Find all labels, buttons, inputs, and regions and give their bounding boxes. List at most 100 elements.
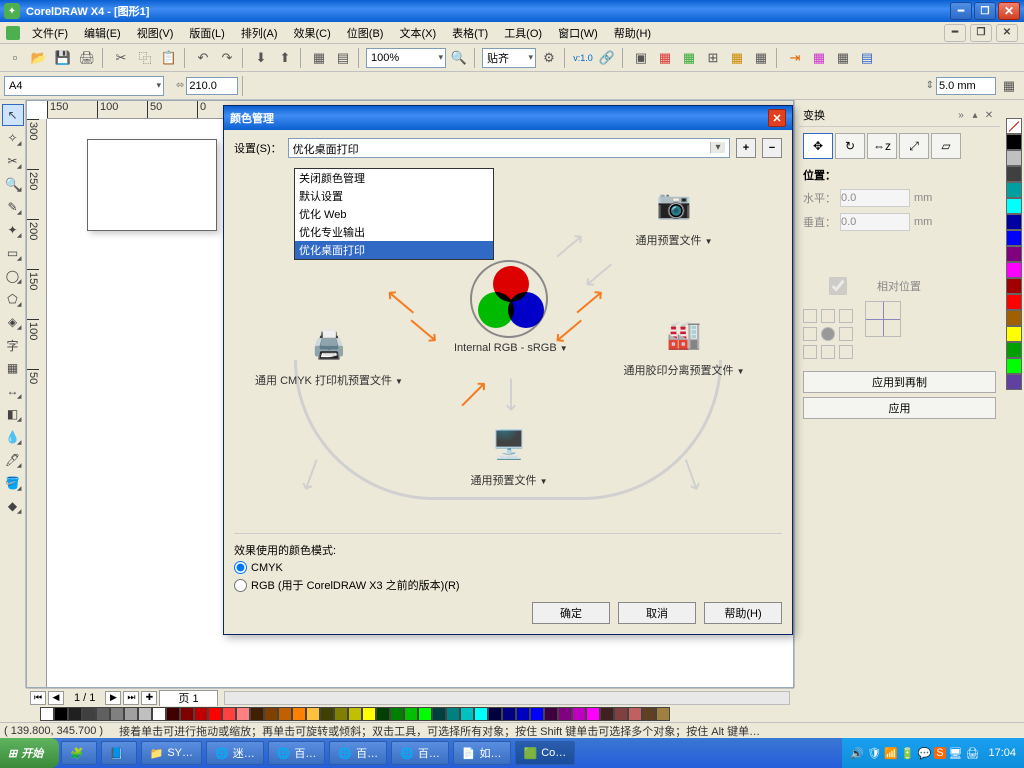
options-icon[interactable]: ⚙ [538, 47, 560, 69]
t7-icon[interactable]: ⇥ [784, 47, 806, 69]
color-swatch[interactable] [1006, 358, 1022, 374]
shape-tool[interactable]: ✧◢ [2, 127, 24, 149]
palette-swatch[interactable] [152, 707, 166, 721]
print-icon[interactable]: 🖨 [76, 47, 98, 69]
palette-swatch[interactable] [656, 707, 670, 721]
palette-none-swatch[interactable] [40, 707, 54, 721]
menu-table[interactable]: 表格(T) [444, 23, 496, 43]
rectangle-tool[interactable]: ▭◢ [2, 242, 24, 264]
menu-tools[interactable]: 工具(O) [496, 23, 550, 43]
palette-swatch[interactable] [474, 707, 488, 721]
palette-swatch[interactable] [614, 707, 628, 721]
dropdown-icon[interactable]: ▼ [395, 377, 403, 386]
zoom-combo[interactable]: 100% [366, 48, 446, 68]
palette-swatch[interactable] [572, 707, 586, 721]
outline-tool[interactable]: 🖊◢ [2, 449, 24, 471]
cut-icon[interactable]: ✂ [110, 47, 132, 69]
paste-icon[interactable]: 📋 [158, 47, 180, 69]
palette-swatch[interactable] [278, 707, 292, 721]
table-tool[interactable]: ▦ [2, 357, 24, 379]
t9-icon[interactable]: ▦ [832, 47, 854, 69]
palette-swatch[interactable] [110, 707, 124, 721]
palette-swatch[interactable] [418, 707, 432, 721]
palette-swatch[interactable] [348, 707, 362, 721]
tray-icon[interactable]: 🖥 [949, 747, 963, 760]
tray-icon[interactable]: 🔋 [901, 747, 915, 760]
start-button[interactable]: ⊞ 开始 [0, 738, 59, 768]
palette-swatch[interactable] [530, 707, 544, 721]
t8-icon[interactable]: ▦ [808, 47, 830, 69]
color-swatch[interactable] [1006, 182, 1022, 198]
radio-cmyk-row[interactable]: CMYK [234, 561, 782, 574]
dialog-close-button[interactable]: ✕ [768, 109, 786, 127]
color-swatch[interactable] [1006, 278, 1022, 294]
v-input[interactable] [840, 213, 910, 231]
palette-swatch[interactable] [250, 707, 264, 721]
tray-icon[interactable]: 🖨 [966, 747, 980, 760]
color-swatch[interactable] [1006, 310, 1022, 326]
menu-arrange[interactable]: 排列(A) [233, 23, 286, 43]
dropdown-icon[interactable]: ▼ [705, 237, 713, 246]
tray-icon[interactable]: 💬 [917, 747, 931, 760]
palette-swatch[interactable] [54, 707, 68, 721]
last-page-button[interactable]: ⏭ [123, 691, 139, 705]
docker-expand-icon[interactable]: » [954, 110, 968, 121]
palette-swatch[interactable] [194, 707, 208, 721]
crop-tool[interactable]: ✂◢ [2, 150, 24, 172]
position-tab[interactable]: ✥ [803, 133, 833, 159]
palette-swatch[interactable] [208, 707, 222, 721]
snap-combo[interactable]: 贴齐 [482, 48, 536, 68]
dropdown-icon[interactable]: ▼ [560, 344, 568, 353]
redo-icon[interactable]: ↷ [216, 47, 238, 69]
color-swatch[interactable] [1006, 342, 1022, 358]
next-page-button[interactable]: ▶ [105, 691, 121, 705]
color-swatch[interactable] [1006, 246, 1022, 262]
dropdown-icon[interactable]: ▼ [737, 367, 745, 376]
palette-swatch[interactable] [96, 707, 110, 721]
minimize-button[interactable]: ━ [950, 2, 972, 20]
color-swatch[interactable] [1006, 166, 1022, 182]
task-item[interactable]: 📄如… [453, 741, 511, 765]
apply-duplicate-button[interactable]: 应用到再制 [803, 371, 996, 393]
freehand-tool[interactable]: ✎◢ [2, 196, 24, 218]
palette-swatch[interactable] [432, 707, 446, 721]
cancel-button[interactable]: 取消 [618, 602, 696, 624]
welcome-icon[interactable]: ▤ [332, 47, 354, 69]
interactive-tool[interactable]: ◧◢ [2, 403, 24, 425]
palette-swatch[interactable] [138, 707, 152, 721]
palette-swatch[interactable] [544, 707, 558, 721]
dimension-tool[interactable]: ↔◢ [2, 380, 24, 402]
close-button[interactable]: ✕ [998, 2, 1020, 20]
t6-icon[interactable]: ▦ [750, 47, 772, 69]
tray-icon[interactable]: S [934, 747, 945, 759]
node-printer[interactable]: 🖨️ 通用 CMYK 打印机预置文件 ▼ [244, 320, 414, 388]
palette-swatch[interactable] [642, 707, 656, 721]
palette-swatch[interactable] [82, 707, 96, 721]
palette-swatch[interactable] [362, 707, 376, 721]
menu-view[interactable]: 视图(V) [129, 23, 182, 43]
tray-icon[interactable]: 📶 [884, 747, 898, 760]
smart-tool[interactable]: ✦◢ [2, 219, 24, 241]
option-pro[interactable]: 优化专业输出 [295, 223, 493, 241]
first-page-button[interactable]: ⏮ [30, 691, 46, 705]
basic-shapes-tool[interactable]: ◈◢ [2, 311, 24, 333]
fill-tool[interactable]: 🪣◢ [2, 472, 24, 494]
app-launcher-icon[interactable]: ▦ [308, 47, 330, 69]
palette-swatch[interactable] [320, 707, 334, 721]
apply-button[interactable]: 应用 [803, 397, 996, 419]
paper-combo[interactable]: A4 [4, 76, 164, 96]
task-item[interactable]: 🌐百… [329, 741, 387, 765]
palette-swatch[interactable] [628, 707, 642, 721]
palette-swatch[interactable] [558, 707, 572, 721]
node-scanner[interactable]: 📷 通用预置文件 ▼ [614, 180, 734, 248]
h-scrollbar[interactable] [224, 691, 790, 705]
color-swatch[interactable] [1006, 262, 1022, 278]
pick-tool[interactable]: ↖ [2, 104, 24, 126]
palette-swatch[interactable] [446, 707, 460, 721]
palette-swatch[interactable] [124, 707, 138, 721]
docker-close-icon[interactable]: ✕ [982, 110, 996, 121]
copy-icon[interactable]: ⿻ [134, 47, 156, 69]
add-preset-button[interactable]: + [736, 138, 756, 158]
menu-bitmaps[interactable]: 位图(B) [339, 23, 392, 43]
palette-swatch[interactable] [334, 707, 348, 721]
